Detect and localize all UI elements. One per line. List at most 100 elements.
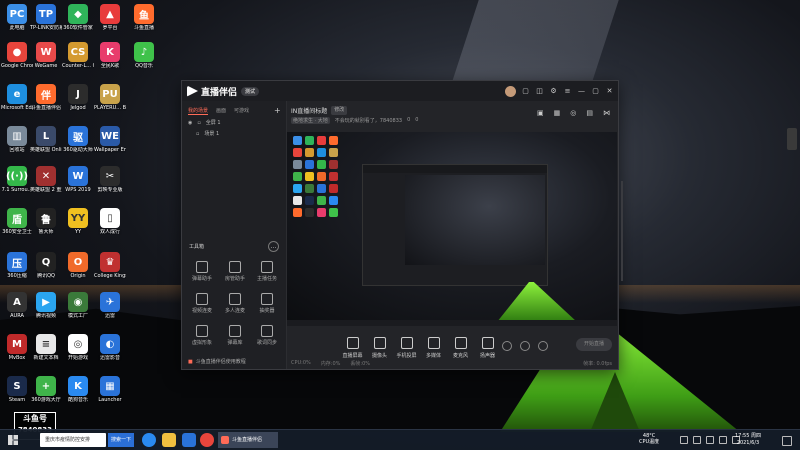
desktop-icon[interactable]: ✕英雄联盟 2 重置上线	[30, 166, 62, 193]
desktop-icon[interactable]: ♪ QQ音乐	[128, 42, 160, 69]
checkbox-icon[interactable]: ▫	[196, 131, 199, 137]
settings-gear-icon[interactable]	[538, 341, 548, 351]
desktop-edge-icon[interactable]	[787, 128, 797, 150]
toolbox-item[interactable]: 弹幕库	[220, 325, 250, 346]
desktop-icon[interactable]: 盾 360安全卫士	[1, 208, 33, 235]
desktop-icon[interactable]: ▲ 罗平台	[94, 4, 126, 31]
panel-scrollbar[interactable]	[621, 181, 623, 281]
desktop-icon[interactable]: ((·)) 7.1 Surrou...	[1, 166, 33, 193]
desktop-icon[interactable]: K 全民K歌	[94, 42, 126, 69]
menu-icon[interactable]: ≡	[563, 87, 572, 96]
network-icon[interactable]	[693, 436, 701, 444]
desktop-icon[interactable]: 伴斗鱼直播伴侣	[30, 84, 62, 111]
desktop-icon[interactable]: WEWallpaper Engine:...	[94, 126, 126, 153]
desktop-icon[interactable]: W WeGame	[30, 42, 62, 69]
desktop-icon[interactable]: L英雄联盟 Online	[30, 126, 62, 153]
desktop-icon[interactable]: ▦ Launcher	[94, 376, 126, 403]
source-button[interactable]: 手机投屏	[393, 337, 420, 359]
edge-taskbar-icon[interactable]	[142, 433, 156, 447]
camera-toggle-icon[interactable]	[520, 341, 530, 351]
edit-title-button[interactable]: 修改	[331, 106, 348, 115]
desktop-icon[interactable]: 鲁鲁大师	[30, 208, 62, 235]
source-button[interactable]: 直播屏幕	[339, 337, 366, 359]
toolbox-item[interactable]: 弹幕助手	[187, 261, 217, 282]
tab-picture[interactable]: 画面	[216, 107, 226, 115]
avatar[interactable]	[505, 86, 516, 97]
desktop-icon[interactable]: ◉ 模式工厂	[62, 292, 94, 319]
minimize-icon[interactable]: —	[577, 87, 586, 96]
message-icon[interactable]: ▢	[521, 87, 530, 96]
desktop-icon[interactable]: ✈ 迅雷	[94, 292, 126, 319]
stream-preview[interactable]	[287, 132, 617, 320]
desktop-icon[interactable]: ✂ 剪映专业版	[94, 166, 126, 193]
toolbox-more-icon[interactable]: …	[268, 241, 279, 252]
source-button[interactable]: 摄像头	[366, 337, 393, 359]
ime-icon[interactable]	[719, 436, 727, 444]
desktop-icon[interactable]: ▶ 腾讯视频	[30, 292, 62, 319]
close-icon[interactable]: ✕	[605, 87, 614, 96]
toolbox-item[interactable]: 多人连麦	[220, 293, 250, 314]
desktop-icon[interactable]: ●Google Chrome	[1, 42, 33, 69]
desktop-icon[interactable]: M MvBox	[1, 334, 33, 361]
desktop-icon[interactable]: ◆ 360软件管家	[62, 4, 94, 31]
record-icon[interactable]: ◎	[570, 109, 576, 117]
gift-icon[interactable]: ◫	[535, 87, 544, 96]
desktop-icon[interactable]: 鱼斗鱼直播	[128, 4, 160, 31]
tab-my-scenes[interactable]: 我的场景	[188, 107, 209, 115]
desktop-icon[interactable]: CSCounter-L... Global Off...	[62, 42, 94, 69]
desktop-icon[interactable]: A AURA	[1, 292, 33, 319]
desktop-icon[interactable]: O Origin	[62, 252, 94, 279]
desktop-icon[interactable]: K 酷狗音乐	[62, 376, 94, 403]
share-icon[interactable]: ⋈	[603, 109, 610, 117]
toolbox-item[interactable]: 主播任务	[252, 261, 282, 282]
tutorial-link[interactable]: ■ 斗鱼直播伴侣使用教程	[188, 358, 246, 366]
desktop-icon[interactable]: ▯ 双人成行	[94, 208, 126, 235]
layout-icon[interactable]: ▤	[586, 109, 593, 117]
desktop-icon[interactable]: TPTP-LINK安防系统	[30, 4, 62, 31]
desktop-icon[interactable]: ≡ 新建文本档	[30, 334, 62, 361]
desktop-icon[interactable]: 压 360压缩	[1, 252, 33, 279]
toolbox-item[interactable]: 视频连麦	[187, 293, 217, 314]
desktop-icon[interactable]: +360游戏大厅	[30, 376, 62, 403]
taskbar-app-live-companion[interactable]: 斗鱼直播伴侣	[218, 432, 278, 448]
window-titlebar[interactable]: 直播伴侣 测试 ▢ ◫ ⚙ ≡ — ▢ ✕	[182, 81, 618, 101]
volume-icon[interactable]	[706, 436, 714, 444]
desktop-icon[interactable]: S Steam	[1, 376, 33, 403]
start-live-button[interactable]: 开始直播	[576, 338, 612, 351]
search-button[interactable]: 搜索一下	[108, 433, 134, 447]
clock[interactable]: 17:55 周四 2021/6/3	[735, 433, 761, 447]
desktop-icon[interactable]: 驱 360驱动大师	[62, 126, 94, 153]
desktop-icon[interactable]: eMicrosoft Edge	[1, 84, 33, 111]
toolbox-item[interactable]: 虚拟形象	[187, 325, 217, 346]
settings-icon[interactable]: ⚙	[549, 87, 558, 96]
desktop-icon[interactable]: ♛ College Kings	[94, 252, 126, 279]
scene-item[interactable]: ◉ ▫ 全屏 1	[182, 117, 286, 128]
desktop-icon[interactable]: ◐ 迅雷影音	[94, 334, 126, 361]
room-category[interactable]: 绝地求生 · 大地	[291, 117, 330, 124]
lock-icon[interactable]: ▫	[197, 120, 200, 126]
store-taskbar-icon[interactable]	[182, 433, 196, 447]
source-button[interactable]: 多媒体	[420, 337, 447, 359]
record-toggle-icon[interactable]	[502, 341, 512, 351]
chrome-taskbar-icon[interactable]	[200, 433, 214, 447]
folder-taskbar-icon[interactable]	[162, 433, 176, 447]
toolbox-item[interactable]: 房管助手	[220, 261, 250, 282]
toolbox-item[interactable]: 歌词同步	[252, 325, 282, 346]
notification-icon[interactable]	[782, 436, 792, 446]
grid-icon[interactable]: ▦	[554, 109, 561, 117]
desktop-icon[interactable]: PUPLAYERU... BATTLEG...	[94, 84, 126, 111]
add-tab-icon[interactable]: +	[274, 106, 281, 115]
desktop-icon[interactable]: YY YY	[62, 208, 94, 235]
cpu-temp-widget[interactable]: 48°C CPU温度	[639, 433, 659, 445]
gift-box-icon[interactable]: ▣	[537, 109, 544, 117]
tray-arrow-icon[interactable]	[680, 436, 688, 444]
scene-item[interactable]: ▫ 场景 1	[182, 128, 286, 139]
source-button[interactable]: 扬声器	[474, 337, 501, 359]
eye-icon[interactable]: ◉	[188, 120, 192, 126]
desktop-icon[interactable]: W WPS 2019	[62, 166, 94, 193]
windows-start-icon[interactable]	[8, 435, 18, 445]
search-input[interactable]: 重庆市疫情防控安排	[40, 433, 106, 447]
toolbox-item[interactable]: 抽奖器	[252, 293, 282, 314]
source-button[interactable]: 麦克风	[447, 337, 474, 359]
desktop-icon[interactable]: ▥ 回收站	[1, 126, 33, 153]
